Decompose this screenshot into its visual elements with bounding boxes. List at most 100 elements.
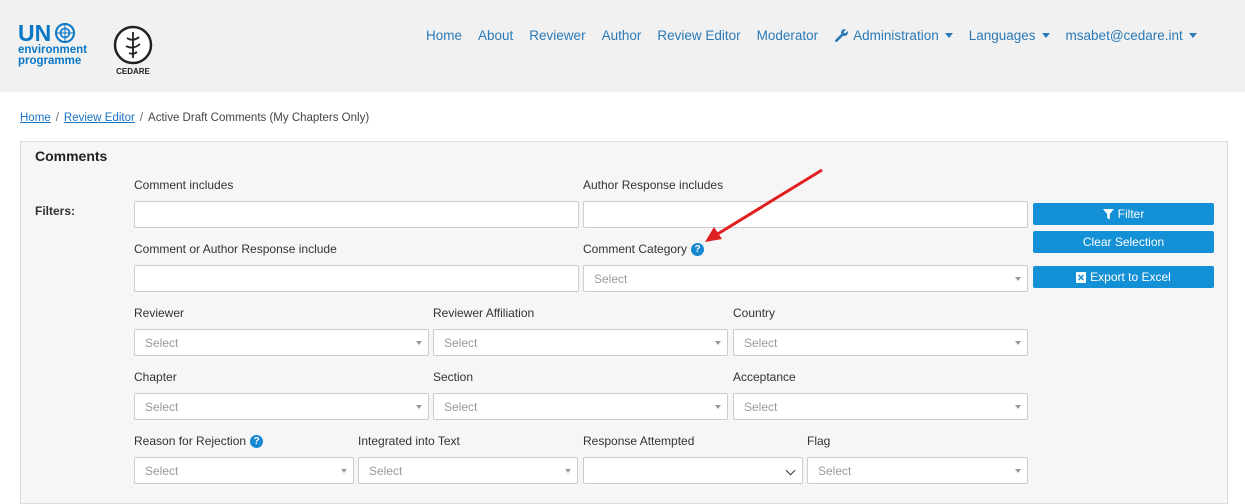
comment-category-value: Select <box>594 271 628 286</box>
chevron-down-icon <box>944 32 953 38</box>
wrench-icon <box>835 28 849 42</box>
nav-user-label: msabet@cedare.int <box>1065 27 1183 43</box>
unep-logo[interactable]: UN environment programme <box>18 21 104 77</box>
reviewer-affiliation-select[interactable]: Select <box>433 329 728 356</box>
filter-icon <box>1102 208 1114 219</box>
help-icon[interactable]: ? <box>250 434 264 448</box>
nav-about-label: About <box>478 27 514 43</box>
dropdown-arrow-icon <box>1015 405 1021 409</box>
comment-includes-label: Comment includes <box>134 178 234 192</box>
chapter-value: Select <box>145 399 179 414</box>
reason-for-rejection-select[interactable]: Select <box>134 457 354 484</box>
flag-select[interactable]: Select <box>807 457 1028 484</box>
nav-review-editor-label: Review Editor <box>657 27 741 43</box>
un-logo-subtitle: environment programme <box>18 44 87 67</box>
chevron-down-icon <box>1041 32 1050 38</box>
comment-includes-input[interactable] <box>134 201 579 228</box>
help-icon[interactable]: ? <box>691 242 705 256</box>
dropdown-arrow-icon <box>715 405 721 409</box>
cedare-logo[interactable]: CEDARE <box>110 24 156 76</box>
integrated-into-text-select[interactable]: Select <box>358 457 578 484</box>
section-label: Section <box>433 370 474 384</box>
main-nav: Home About Reviewer Author Review Editor… <box>426 26 1197 44</box>
dropdown-arrow-icon <box>416 405 422 409</box>
acceptance-select[interactable]: Select <box>733 393 1028 420</box>
dropdown-arrow-icon <box>565 469 571 473</box>
country-select[interactable]: Select <box>733 329 1028 356</box>
un-logo-text: UN <box>18 20 52 46</box>
nav-home-label: Home <box>426 27 463 43</box>
comment-category-label-text: Comment Category <box>583 242 688 256</box>
filter-button[interactable]: Filter <box>1033 203 1214 225</box>
chapter-select[interactable]: Select <box>134 393 429 420</box>
section-value: Select <box>444 399 478 414</box>
nav-reviewer[interactable]: Reviewer <box>529 28 585 43</box>
dropdown-arrow-icon <box>1015 341 1021 345</box>
reason-for-rejection-value: Select <box>145 463 179 478</box>
filters-label: Filters: <box>35 204 76 218</box>
nav-languages-dropdown[interactable]: Languages <box>969 28 1050 43</box>
reviewer-affiliation-value: Select <box>444 335 478 350</box>
country-value: Select <box>744 335 778 350</box>
top-navbar: UN environment programme CEDARE Home Abo… <box>0 0 1245 92</box>
nav-administration-label: Administration <box>853 27 939 43</box>
nav-about[interactable]: About <box>478 28 513 43</box>
country-label: Country <box>733 306 776 320</box>
excel-file-icon <box>1076 271 1087 283</box>
acceptance-value: Select <box>744 399 778 414</box>
cedare-logo-text: CEDARE <box>116 67 150 76</box>
breadcrumb-home[interactable]: Home <box>20 112 51 124</box>
integrated-into-text-label: Integrated into Text <box>358 434 460 448</box>
response-attempted-select[interactable] <box>583 457 803 484</box>
filter-button-label: Filter <box>1117 207 1145 221</box>
flag-value: Select <box>818 463 852 478</box>
breadcrumb-review-editor[interactable]: Review Editor <box>64 112 135 124</box>
nav-author-label: Author <box>601 27 642 43</box>
reviewer-affiliation-label: Reviewer Affiliation <box>433 306 535 320</box>
export-to-excel-label: Export to Excel <box>1090 270 1171 284</box>
comment-category-select[interactable]: Select <box>583 265 1028 292</box>
comment-category-label: Comment Category ? <box>583 242 705 256</box>
nav-moderator[interactable]: Moderator <box>757 28 819 43</box>
response-attempted-label: Response Attempted <box>583 434 695 448</box>
comment-or-author-input[interactable] <box>134 265 579 292</box>
author-response-includes-label: Author Response includes <box>583 178 724 192</box>
dropdown-arrow-icon <box>416 341 422 345</box>
dropdown-arrow-icon <box>715 341 721 345</box>
clear-selection-button[interactable]: Clear Selection <box>1033 231 1214 253</box>
reviewer-value: Select <box>145 335 179 350</box>
breadcrumb: Home / Review Editor / Active Draft Comments… <box>20 112 369 124</box>
acceptance-label: Acceptance <box>733 370 796 384</box>
nav-home[interactable]: Home <box>426 28 462 43</box>
nav-user-dropdown[interactable]: msabet@cedare.int <box>1066 28 1197 43</box>
comments-panel: Comments Filters: Comment includes Autho… <box>20 141 1228 504</box>
chapter-label: Chapter <box>134 370 177 384</box>
clear-selection-label: Clear Selection <box>1082 235 1165 249</box>
chevron-down-icon <box>1188 32 1197 38</box>
nav-administration-dropdown[interactable]: Administration <box>834 28 953 43</box>
section-select[interactable]: Select <box>433 393 728 420</box>
nav-languages-label: Languages <box>968 27 1036 43</box>
reason-for-rejection-label: Reason for Rejection ? <box>134 434 264 448</box>
breadcrumb-separator: / <box>55 112 59 124</box>
dropdown-arrow-icon <box>1015 469 1021 473</box>
comment-or-author-label: Comment or Author Response include <box>134 242 337 256</box>
reviewer-label: Reviewer <box>134 306 185 320</box>
author-response-includes-input[interactable] <box>583 201 1028 228</box>
un-globe-icon <box>55 23 75 43</box>
breadcrumb-separator: / <box>139 112 144 124</box>
nav-author[interactable]: Author <box>602 28 642 43</box>
integrated-into-text-value: Select <box>369 463 403 478</box>
nav-review-editor[interactable]: Review Editor <box>657 28 740 43</box>
dropdown-arrow-icon <box>1015 277 1021 281</box>
reason-for-rejection-label-text: Reason for Rejection <box>134 434 247 448</box>
export-to-excel-button[interactable]: Export to Excel <box>1033 266 1214 288</box>
un-logo-line2: programme <box>18 55 82 67</box>
dropdown-arrow-icon <box>341 469 347 473</box>
breadcrumb-current: Active Draft Comments (My Chapters Only) <box>148 112 370 124</box>
nav-moderator-label: Moderator <box>756 27 819 43</box>
reviewer-select[interactable]: Select <box>134 329 429 356</box>
panel-title: Comments <box>35 148 108 164</box>
flag-label: Flag <box>807 434 831 448</box>
chevron-down-icon <box>785 465 796 476</box>
